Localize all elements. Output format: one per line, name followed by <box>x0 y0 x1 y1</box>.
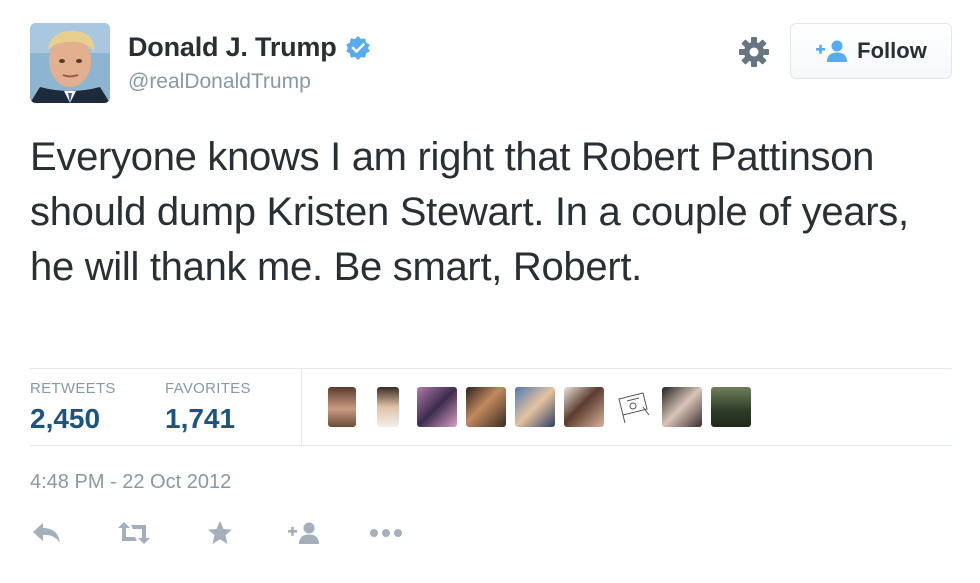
divider-top <box>30 368 952 369</box>
retweets-count: 2,450 <box>30 403 101 434</box>
favoriter-avatar-7[interactable] <box>613 387 653 427</box>
favoriter-avatar-5[interactable] <box>515 387 555 427</box>
divider-bottom <box>30 445 952 446</box>
retweets-stat[interactable]: RETWEETS 2,450 <box>30 380 116 435</box>
display-name[interactable]: Donald J. Trump <box>128 32 337 63</box>
reply-button[interactable] <box>32 518 117 548</box>
verified-badge-icon <box>345 35 370 60</box>
gear-icon[interactable] <box>738 36 770 68</box>
retweet-button[interactable] <box>117 518 207 548</box>
follow-button[interactable]: Follow <box>790 23 952 79</box>
follow-user-action[interactable] <box>287 518 369 548</box>
profile-photo <box>30 23 110 103</box>
retweet-icon <box>118 522 150 544</box>
favorite-star-icon <box>208 521 232 544</box>
add-user-icon <box>816 40 848 62</box>
stats-divider <box>301 369 302 445</box>
favoriter-avatar-2[interactable] <box>377 387 399 427</box>
more-button[interactable] <box>369 518 419 548</box>
add-user-icon <box>288 522 319 544</box>
favoriters-avatars <box>328 387 760 427</box>
user-name-row[interactable]: Donald J. Trump <box>128 32 371 63</box>
profile-avatar[interactable] <box>30 23 110 103</box>
favorites-stat[interactable]: FAVORITES 1,741 <box>165 380 251 435</box>
tweet-text: Everyone knows I am right that Robert Pa… <box>30 135 909 289</box>
reply-icon <box>33 523 60 543</box>
more-dots-icon <box>370 529 402 537</box>
favorites-label: FAVORITES <box>165 380 251 397</box>
favoriter-avatar-1[interactable] <box>328 387 356 427</box>
user-handle[interactable]: @realDonaldTrump <box>128 70 311 94</box>
tweet-timestamp[interactable]: 4:48 PM - 22 Oct 2012 <box>30 471 231 494</box>
tweet-actions <box>32 518 419 548</box>
favoriter-avatar-6[interactable] <box>564 387 604 427</box>
favoriter-avatar-9[interactable] <box>711 387 751 427</box>
favoriter-avatar-3[interactable] <box>417 387 457 427</box>
favoriter-avatar-8[interactable] <box>662 387 702 427</box>
favoriter-avatar-4[interactable] <box>466 387 506 427</box>
retweets-label: RETWEETS <box>30 380 116 397</box>
favorites-count: 1,741 <box>165 403 236 434</box>
favorite-button[interactable] <box>207 518 287 548</box>
follow-label: Follow <box>857 38 927 63</box>
